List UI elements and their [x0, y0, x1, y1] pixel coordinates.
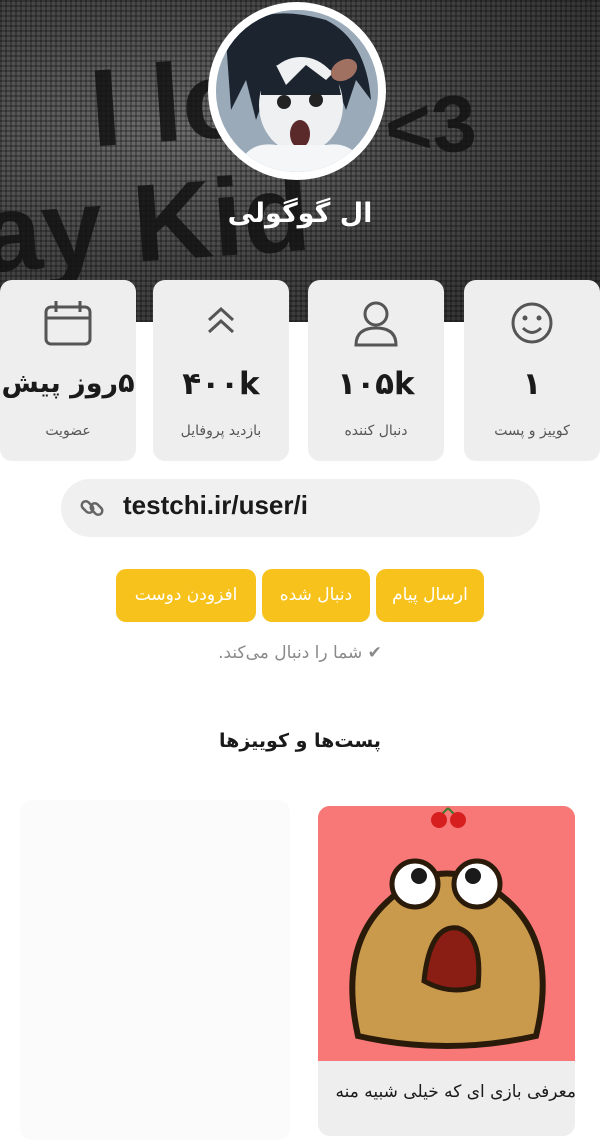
smiley-icon	[464, 298, 600, 348]
stat-membership: ۵روز پیش عضویت	[0, 280, 136, 461]
stat-value: ۱۰۵k	[337, 366, 415, 402]
stat-followers[interactable]: ۱۰۵k دنبال کننده	[308, 280, 444, 461]
profile-link[interactable]: testchi.ir/user/i	[61, 479, 540, 537]
stat-value: ۱	[522, 366, 542, 402]
avatar-image	[216, 10, 378, 172]
post-title[interactable]: معرفی بازی ای که خیلی شبیه منه	[318, 1082, 576, 1102]
stat-label: کوییز و پست	[494, 423, 570, 439]
profile-name: ال گوگولی	[227, 198, 373, 229]
cover-text-3: <3	[381, 77, 480, 174]
send-message-button[interactable]: ارسال پیام	[376, 569, 484, 622]
post-placeholder	[20, 800, 290, 1140]
calendar-icon	[0, 298, 136, 348]
user-icon	[308, 298, 444, 348]
link-icon	[79, 495, 105, 525]
post-thumbnail	[318, 806, 575, 1061]
avatar[interactable]	[208, 2, 386, 180]
profile-link-text: testchi.ir/user/i	[123, 490, 308, 520]
section-title: پست‌ها و کوییزها	[219, 730, 381, 752]
followed-button[interactable]: دنبال شده	[262, 569, 370, 622]
add-friend-button[interactable]: افزودن دوست	[116, 569, 256, 622]
stat-value: ۵روز پیش	[1, 368, 135, 399]
stat-label: دنبال کننده	[344, 423, 408, 439]
follows-you-note: ✔ شما را دنبال می‌کند.	[218, 643, 382, 663]
double-chevron-up-icon	[153, 298, 289, 348]
stat-label: بازدید پروفایل	[180, 423, 262, 439]
stat-label: عضویت	[45, 423, 91, 439]
stat-profile-views: ۴۰۰k بازدید پروفایل	[153, 280, 289, 461]
stat-value: ۴۰۰k	[182, 366, 260, 402]
stat-posts[interactable]: ۱ کوییز و پست	[464, 280, 600, 461]
